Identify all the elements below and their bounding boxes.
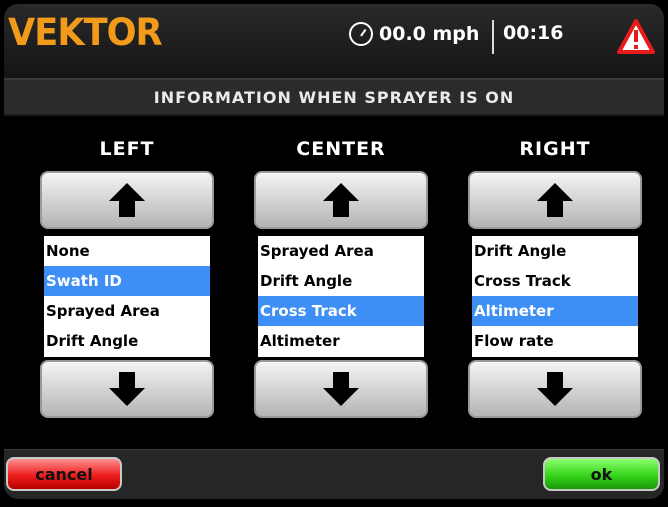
arrow-up-icon [537,183,573,217]
center-scroll-down-button[interactable] [254,360,428,418]
right-scroll-up-button[interactable] [468,171,642,229]
list-item[interactable]: Sprayed Area [44,296,210,326]
column-label-left: LEFT [99,138,155,160]
page-title: INFORMATION WHEN SPRAYER IS ON [153,88,515,107]
right-info-list[interactable]: Drift Angle Cross Track Altimeter Flow r… [472,236,638,357]
header-divider [492,20,494,54]
arrow-down-icon [537,372,573,406]
list-item[interactable]: Drift Angle [44,326,210,356]
list-item[interactable]: Flow rate [472,326,638,356]
title-bar: INFORMATION WHEN SPRAYER IS ON [4,78,664,116]
center-scroll-up-button[interactable] [254,171,428,229]
warning-icon[interactable] [617,19,655,55]
cancel-button[interactable]: cancel [6,457,122,491]
speed-value: 00.0 mph [379,23,480,45]
list-item[interactable]: None [44,236,210,266]
app-screen: VEKTOR 00.0 mph 00:16 INFORMATION WHEN S… [4,4,664,499]
arrow-down-icon [323,372,359,406]
footer-bar: cancel ok [4,449,664,499]
list-item-selected[interactable]: Swath ID [44,266,210,296]
list-item[interactable]: Drift Angle [472,236,638,266]
arrow-down-icon [109,372,145,406]
speedometer-icon [349,22,373,46]
list-item[interactable]: Drift Angle [258,266,424,296]
list-item-selected[interactable]: Altimeter [472,296,638,326]
arrow-up-icon [323,183,359,217]
list-item[interactable]: Sprayed Area [258,236,424,266]
ok-button[interactable]: ok [543,457,660,491]
column-label-right: RIGHT [519,138,591,160]
selection-panel: LEFT None Swath ID Sprayed Area Drift An… [4,116,664,449]
clock-value: 00:16 [503,22,564,44]
arrow-up-icon [109,183,145,217]
right-scroll-down-button[interactable] [468,360,642,418]
left-scroll-up-button[interactable] [40,171,214,229]
left-scroll-down-button[interactable] [40,360,214,418]
vektor-logo: VEKTOR [8,11,163,54]
list-item-selected[interactable]: Cross Track [258,296,424,326]
left-info-list[interactable]: None Swath ID Sprayed Area Drift Angle [44,236,210,357]
header-bar: VEKTOR 00.0 mph 00:16 [4,4,664,78]
speed-readout: 00.0 mph [349,22,479,46]
list-item[interactable]: Cross Track [472,266,638,296]
list-item[interactable]: Altimeter [258,326,424,356]
center-info-list[interactable]: Sprayed Area Drift Angle Cross Track Alt… [258,236,424,357]
column-label-center: CENTER [296,138,386,160]
